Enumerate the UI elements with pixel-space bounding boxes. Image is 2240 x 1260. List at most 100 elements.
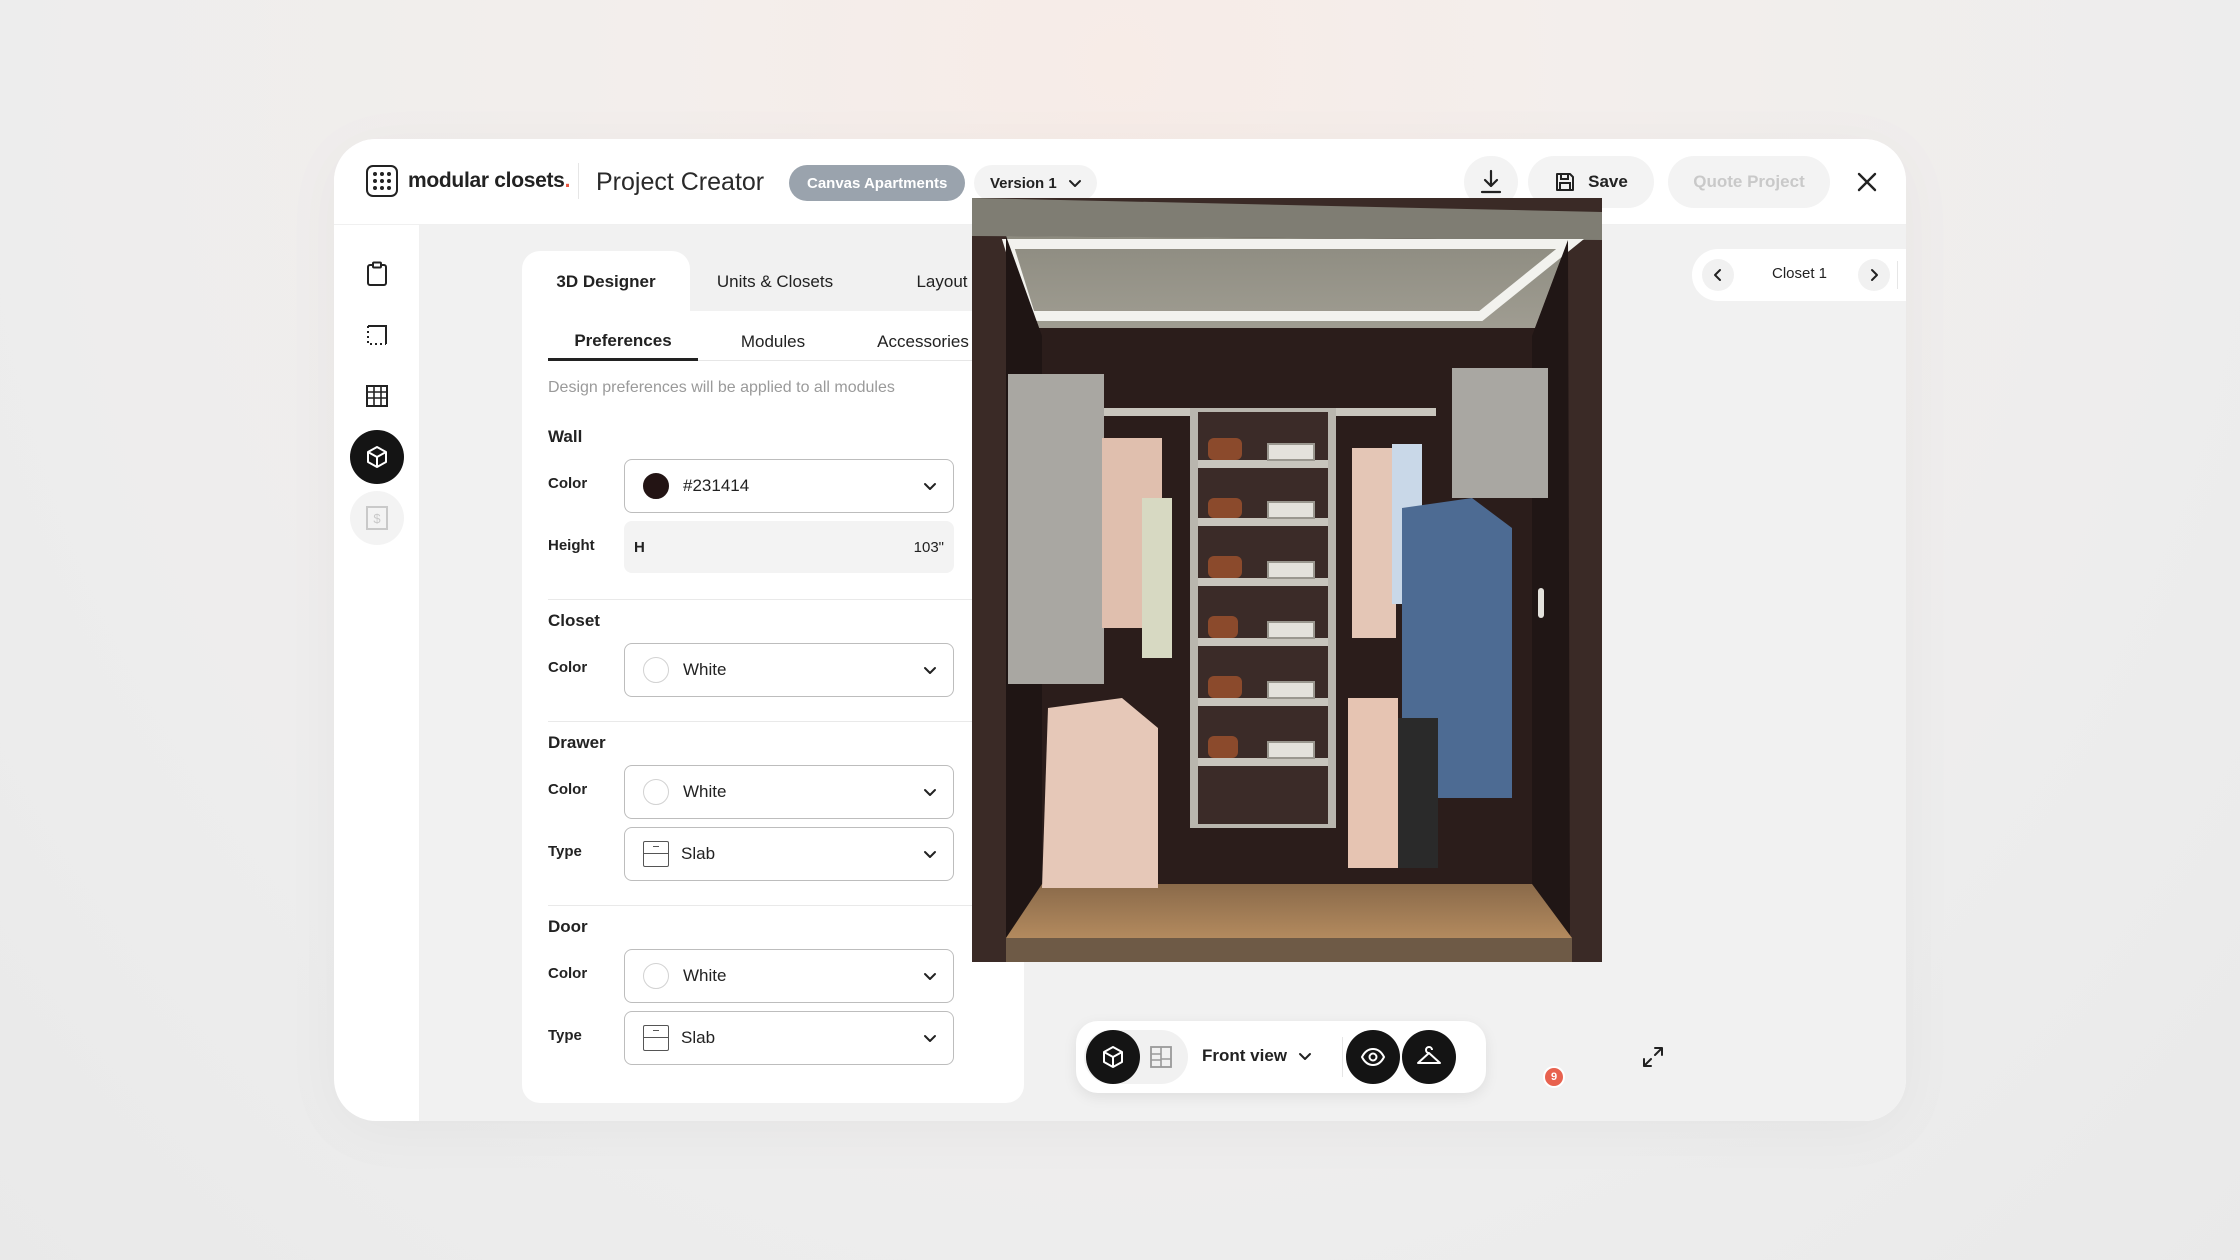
- subtab-modules[interactable]: Modules: [698, 323, 848, 361]
- hidden-items-badge: 9: [1543, 1066, 1565, 1088]
- wall-height-label: Height: [548, 537, 595, 554]
- tab-3d-designer[interactable]: 3D Designer: [522, 251, 690, 313]
- project-badge[interactable]: Canvas Apartments: [789, 165, 966, 201]
- section-divider: [548, 721, 998, 722]
- nav-divider: [1897, 261, 1898, 289]
- drawer-color-select[interactable]: White: [624, 765, 954, 819]
- closet-3d-viewport[interactable]: [972, 198, 1602, 962]
- drawer-type-select[interactable]: Slab: [624, 827, 954, 881]
- chevron-down-icon: [924, 667, 936, 674]
- eye-icon: [1360, 1047, 1386, 1067]
- left-striped-garment: [1142, 498, 1172, 658]
- door-color-select[interactable]: White: [624, 949, 954, 1003]
- chevron-left-icon: [1714, 269, 1721, 281]
- closet-section-title: Closet: [548, 611, 600, 630]
- left-upper-cabinet: [1008, 374, 1104, 684]
- price-icon: $: [366, 506, 388, 530]
- chevron-down-icon: [924, 1035, 936, 1042]
- subtab-preferences[interactable]: Preferences: [548, 323, 698, 361]
- color-swatch: [643, 473, 669, 499]
- elevation-icon: [1150, 1046, 1172, 1068]
- main-tabs: 3D Designer Units & Closets Layout: [522, 251, 1024, 313]
- section-divider: [548, 905, 998, 906]
- right-lower-dress: [1348, 698, 1398, 868]
- closet-navigator: Closet 1: [1692, 249, 1906, 301]
- right-upper-blouse: [1352, 448, 1396, 638]
- toolbar-divider: [1342, 1037, 1343, 1077]
- chevron-right-icon: [1871, 269, 1878, 281]
- left-lower-sweater: [1042, 698, 1158, 888]
- camera-view-label: Front view: [1202, 1046, 1288, 1065]
- color-swatch: [643, 657, 669, 683]
- brand-logo[interactable]: modular closets.: [366, 165, 570, 197]
- height-prefix: H: [634, 538, 645, 556]
- drawer-color-value: White: [683, 782, 727, 801]
- door-color-value: White: [683, 966, 727, 985]
- app-title: Project Creator: [596, 168, 765, 196]
- right-lower-black-garment: [1398, 718, 1438, 868]
- download-icon: [1480, 169, 1502, 194]
- save-label: Save: [1588, 172, 1628, 191]
- right-upper-cabinet: [1452, 368, 1548, 498]
- close-button[interactable]: [1852, 167, 1882, 197]
- sub-tabs: Preferences Modules Accessories: [548, 323, 998, 361]
- previous-closet-button[interactable]: [1702, 259, 1734, 291]
- next-closet-button[interactable]: [1858, 259, 1890, 291]
- sidebar-item-pricing[interactable]: $: [350, 491, 404, 545]
- slab-front-icon: [643, 1025, 669, 1051]
- tab-units-closets[interactable]: Units & Closets: [690, 251, 860, 313]
- 3d-view-button[interactable]: [1086, 1030, 1140, 1084]
- floorplan-icon: [367, 325, 387, 345]
- chevron-down-icon: [924, 483, 936, 490]
- 2d-view-button[interactable]: [1134, 1030, 1188, 1084]
- sidebar: $: [334, 225, 420, 1121]
- hanger-button[interactable]: [1402, 1030, 1456, 1084]
- version-select[interactable]: Version 1: [974, 165, 1097, 201]
- hanger-icon: [1417, 1046, 1441, 1064]
- camera-view-select[interactable]: Front view: [1202, 1046, 1313, 1066]
- wall-color-select[interactable]: #231414: [624, 459, 954, 513]
- closet-color-select[interactable]: White: [624, 643, 954, 697]
- svg-text:$: $: [373, 511, 381, 526]
- section-divider: [548, 599, 998, 600]
- chevron-down-icon: [924, 973, 936, 980]
- logo-mark-icon: [366, 165, 398, 197]
- sidebar-item-floorplan[interactable]: [350, 308, 404, 362]
- right-top-shelf: [1336, 408, 1436, 416]
- wall-height-field[interactable]: H 103": [624, 521, 954, 573]
- chevron-down-icon: [924, 789, 936, 796]
- visibility-button[interactable]: [1346, 1030, 1400, 1084]
- wall-color-label: Color: [548, 475, 588, 492]
- slab-front-icon: [643, 841, 669, 867]
- closet-name: Closet 1: [1772, 265, 1828, 282]
- floor: [1006, 884, 1572, 938]
- door-type-label: Type: [548, 1027, 582, 1044]
- door-handle: [1538, 588, 1544, 618]
- logo-text: modular closets.: [408, 169, 571, 192]
- door-section-title: Door: [548, 917, 588, 936]
- quote-project-button[interactable]: Quote Project: [1668, 156, 1830, 208]
- wall-color-value: #231414: [683, 476, 750, 495]
- door-type-select[interactable]: Slab: [624, 1011, 954, 1065]
- closet-color-value: White: [683, 660, 727, 679]
- wall-height-value: 103": [913, 538, 944, 556]
- sidebar-item-3d-designer[interactable]: [350, 430, 404, 484]
- sidebar-item-table[interactable]: [350, 369, 404, 423]
- fullscreen-button[interactable]: [1626, 1030, 1680, 1084]
- floor-edge: [1006, 938, 1572, 962]
- chevron-down-icon: [1299, 1053, 1312, 1060]
- color-swatch: [643, 779, 669, 805]
- sidebar-item-project-info[interactable]: [350, 247, 404, 301]
- door-type-value: Slab: [681, 1028, 716, 1047]
- version-label: Version 1: [990, 174, 1057, 192]
- header-divider: [578, 163, 579, 199]
- table-icon: [366, 385, 388, 407]
- preferences-hint: Design preferences will be applied to al…: [548, 379, 895, 396]
- drawer-color-label: Color: [548, 781, 588, 798]
- fullscreen-button-spacer: [1458, 1030, 1478, 1084]
- color-swatch: [643, 963, 669, 989]
- expand-icon: [1643, 1047, 1663, 1067]
- drawer-type-label: Type: [548, 843, 582, 860]
- clipboard-icon: [367, 261, 387, 286]
- chevron-down-icon: [924, 851, 936, 858]
